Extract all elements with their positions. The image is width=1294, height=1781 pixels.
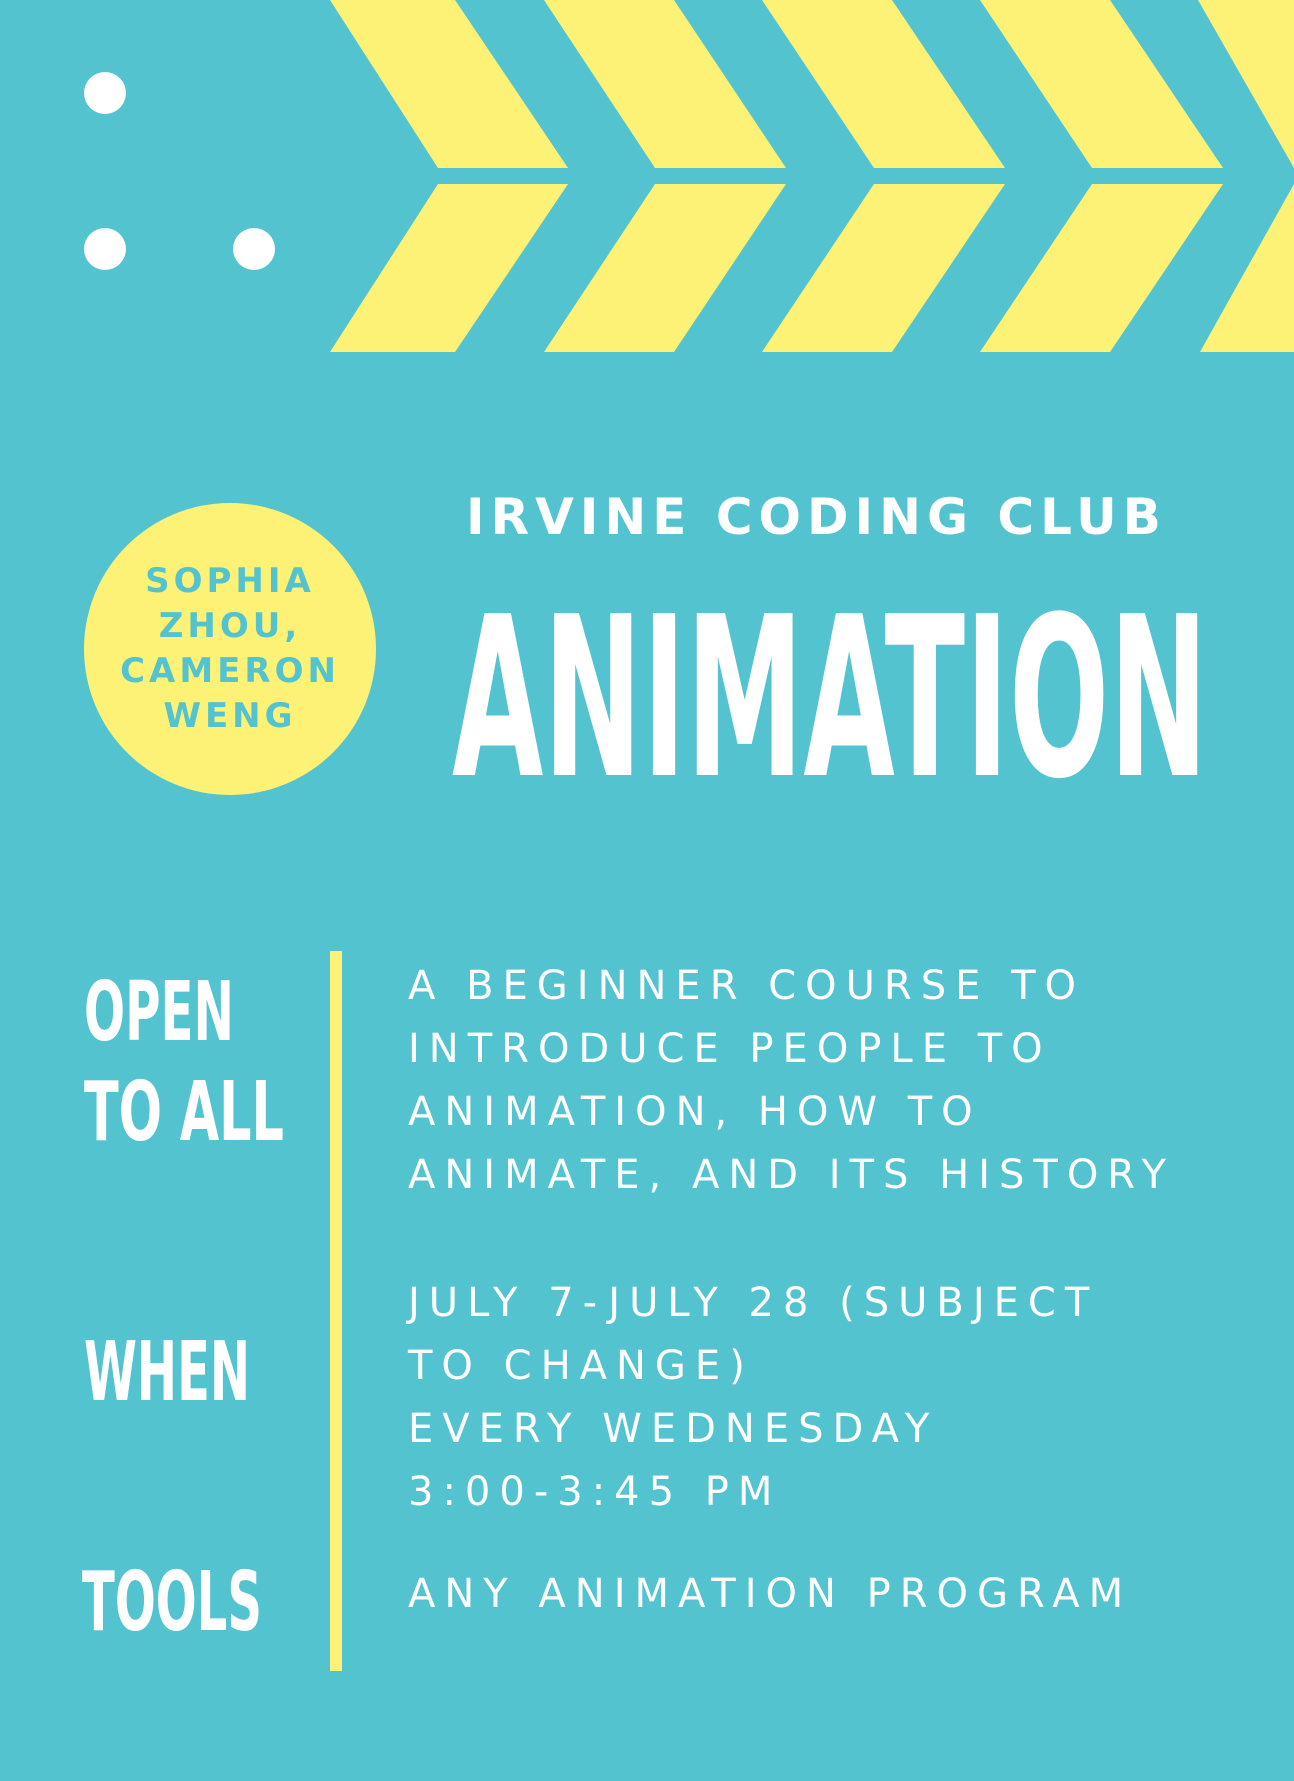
- description-line: A BEGINNER COURSE TO: [408, 963, 1085, 1009]
- presenter-name-line: SOPHIA: [145, 561, 315, 601]
- label-when: WHEN: [80, 1318, 290, 1418]
- label-line: WHEN: [84, 1325, 250, 1418]
- chevron-lower-stripe: [980, 184, 1223, 352]
- chevron-upper-stripe: [762, 0, 1005, 168]
- chevron-lower-stripe: [762, 184, 1005, 352]
- description-line: INTRODUCE PEOPLE TO: [408, 1026, 1052, 1072]
- organization-name: IRVINE CODING CLUB: [466, 488, 1167, 546]
- schedule-line: EVERY WEDNESDAY: [408, 1406, 939, 1452]
- description-line: ANIMATE, AND ITS HISTORY: [408, 1152, 1175, 1198]
- label-line: TOOLS: [82, 1555, 262, 1648]
- description-line: ANIMATION, HOW TO: [408, 1089, 982, 1135]
- poster: SOPHIA ZHOU, CAMERON WENG IRVINE CODING …: [0, 0, 1294, 1781]
- schedule-details: JULY 7-JULY 28 (SUBJECT TO CHANGE) EVERY…: [408, 1272, 1268, 1524]
- presenter-name-line: WENG: [163, 696, 297, 736]
- schedule-line: TO CHANGE): [408, 1343, 754, 1389]
- tools-details: ANY ANIMATION PROGRAM: [408, 1563, 1268, 1626]
- chevron-lower-stripe: [330, 184, 568, 352]
- schedule-line: 3:00-3:45 PM: [408, 1469, 782, 1515]
- tools-line: ANY ANIMATION PROGRAM: [408, 1571, 1133, 1617]
- schedule-line: JULY 7-JULY 28 (SUBJECT: [408, 1280, 1099, 1326]
- chevron-lower-stripe: [1200, 184, 1294, 352]
- chevron-upper-stripe: [1198, 0, 1294, 168]
- presenter-name-line: CAMERON: [120, 651, 340, 691]
- presenter-names: SOPHIA ZHOU, CAMERON WENG: [105, 559, 355, 739]
- label-line: OPEN: [84, 965, 234, 1060]
- chevron-upper-stripe: [330, 0, 568, 168]
- page-title: ANIMATION: [452, 575, 1208, 795]
- label-line: TO ALL: [84, 1065, 284, 1148]
- chevron-lower-stripe: [544, 184, 786, 352]
- course-description: A BEGINNER COURSE TO INTRODUCE PEOPLE TO…: [408, 955, 1268, 1207]
- label-tools: TOOLS: [80, 1548, 290, 1648]
- section-divider: [330, 951, 342, 1671]
- chevron-arrows-icon: [330, 0, 1294, 352]
- presenter-badge: SOPHIA ZHOU, CAMERON WENG: [84, 503, 376, 795]
- chevron-upper-stripe: [980, 0, 1223, 168]
- chevron-upper-stripe: [544, 0, 786, 168]
- title-block: ANIMATION: [440, 575, 1220, 795]
- presenter-name-line: ZHOU,: [158, 606, 302, 646]
- label-open-to-all: OPEN TO ALL: [80, 958, 290, 1148]
